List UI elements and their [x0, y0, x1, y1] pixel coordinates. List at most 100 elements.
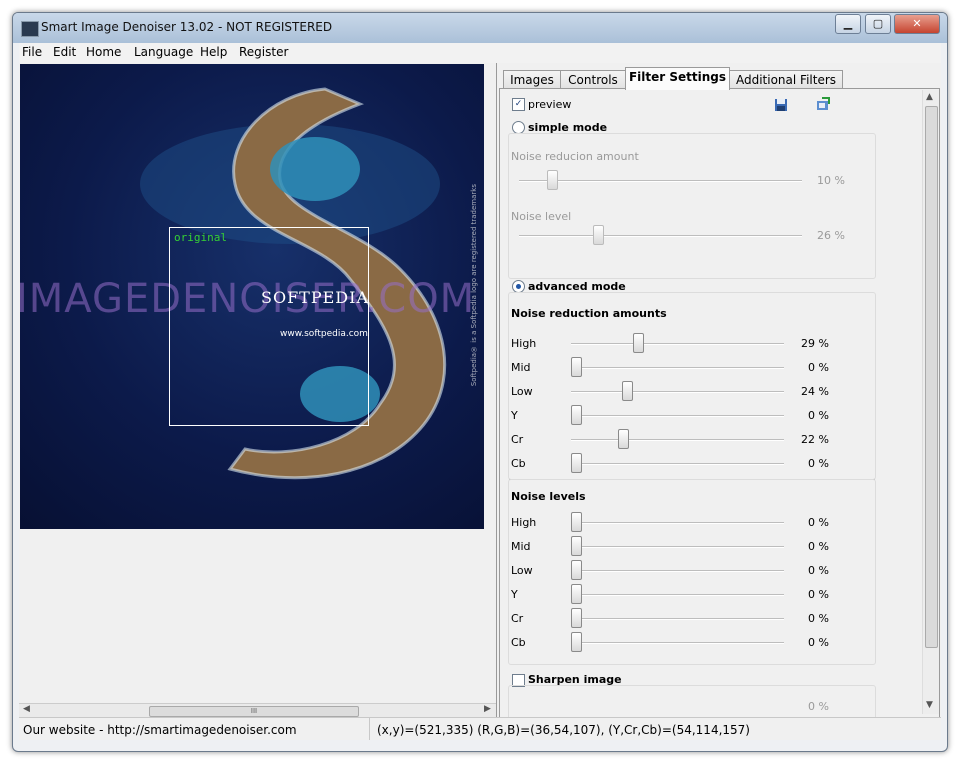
scroll-left-icon[interactable]: ◀: [23, 704, 30, 714]
website-status[interactable]: Our website - http://smartimagedenoiser.…: [23, 723, 297, 737]
scroll-down-icon[interactable]: ▼: [926, 700, 933, 710]
slider-value: 0 %: [808, 409, 829, 422]
slider-track[interactable]: [571, 546, 784, 548]
tab-filter-settings[interactable]: Filter Settings: [625, 67, 730, 90]
noise-levels-title: Noise levels: [511, 490, 586, 503]
slider-thumb[interactable]: [571, 405, 582, 425]
noise-reduction-amount-slider[interactable]: [519, 180, 802, 182]
noise-levels-group: Noise levels High 0 % Mid 0 % Low 0 % Y 0 % Cr 0 …: [508, 479, 876, 665]
tab-additional-filters[interactable]: Additional Filters: [729, 70, 843, 89]
slider-thumb[interactable]: [571, 357, 582, 377]
noise-reduction-amounts-title: Noise reduction amounts: [511, 307, 667, 320]
preview-checkbox[interactable]: ✓: [512, 98, 525, 111]
slider-thumb[interactable]: [622, 381, 633, 401]
slider-value: 0 %: [808, 457, 829, 470]
menu-help[interactable]: Help: [200, 45, 227, 59]
noise-level-thumb[interactable]: [593, 225, 604, 245]
slider-label: Low: [511, 564, 533, 577]
tab-controls[interactable]: Controls: [560, 70, 626, 89]
watermark-softpedia: SOFTPEDIA: [261, 288, 369, 307]
menu-register[interactable]: Register: [239, 45, 288, 59]
preview-image[interactable]: IMAGEDENOISER.COM Softpedia® is a Softpe…: [20, 64, 484, 529]
slider-label: High: [511, 337, 537, 350]
slider-label: Cr: [511, 612, 524, 625]
horizontal-scroll-thumb[interactable]: III: [149, 706, 359, 717]
slider-value: 0 %: [808, 588, 829, 601]
slider-value: 0 %: [808, 540, 829, 553]
vertical-scrollbar[interactable]: ▲ ▼: [922, 90, 939, 714]
slider-thumb[interactable]: [571, 632, 582, 652]
radio-selected-dot: [516, 284, 521, 289]
watermark-vertical: Softpedia® is a Softpedia logo are regis…: [470, 184, 478, 387]
minimize-button[interactable]: ▁: [835, 14, 861, 34]
menu-language[interactable]: Language: [134, 45, 193, 59]
pixel-info-status: (x,y)=(521,335) (R,G,B)=(36,54,107), (Y,…: [377, 723, 750, 737]
menu-file[interactable]: File: [22, 45, 42, 59]
simple-mode-group: Noise reducion amount 10 % Noise level 2…: [508, 133, 876, 279]
slider-label: Mid: [511, 540, 531, 553]
slider-thumb[interactable]: [571, 584, 582, 604]
title-bar[interactable]: Smart Image Denoiser 13.02 - NOT REGISTE…: [13, 13, 947, 43]
scroll-right-icon[interactable]: ▶: [484, 704, 491, 714]
slider-label: Low: [511, 385, 533, 398]
slider-thumb[interactable]: [571, 560, 582, 580]
watermark-url: www.softpedia.com: [280, 329, 368, 339]
menu-edit[interactable]: Edit: [53, 45, 76, 59]
slider-track[interactable]: [571, 367, 784, 369]
noise-level-label: Noise level: [511, 210, 572, 223]
slider-value: 22 %: [801, 433, 829, 446]
slider-value: 0 %: [808, 516, 829, 529]
load-settings-icon[interactable]: [816, 97, 830, 111]
slider-track[interactable]: [571, 642, 784, 644]
slider-label: Cb: [511, 457, 526, 470]
slider-thumb[interactable]: [571, 536, 582, 556]
slider-thumb[interactable]: [633, 333, 644, 353]
original-region-box[interactable]: [169, 227, 369, 426]
slider-track[interactable]: [571, 594, 784, 596]
app-icon: [21, 21, 39, 37]
slider-label: Mid: [511, 361, 531, 374]
noise-reduction-amount-thumb[interactable]: [547, 170, 558, 190]
app-window: Smart Image Denoiser 13.02 - NOT REGISTE…: [12, 12, 948, 752]
client-area: IMAGEDENOISER.COM Softpedia® is a Softpe…: [19, 63, 941, 727]
close-button[interactable]: ✕: [894, 14, 940, 34]
noise-reduction-amount-label: Noise reducion amount: [511, 150, 639, 163]
slider-thumb[interactable]: [571, 512, 582, 532]
status-separator: [369, 718, 370, 740]
noise-level-slider[interactable]: [519, 235, 802, 237]
save-icon[interactable]: [774, 98, 788, 112]
slider-thumb[interactable]: [571, 453, 582, 473]
slider-track[interactable]: [571, 463, 784, 465]
slider-value: 0 %: [808, 564, 829, 577]
slider-label: Cb: [511, 636, 526, 649]
window-title: Smart Image Denoiser 13.02 - NOT REGISTE…: [41, 20, 333, 34]
scroll-up-icon[interactable]: ▲: [926, 92, 933, 102]
slider-track[interactable]: [571, 570, 784, 572]
slider-track[interactable]: [571, 391, 784, 393]
settings-panel: Images Controls Filter Settings Addition…: [499, 66, 940, 727]
slider-value: 29 %: [801, 337, 829, 350]
maximize-button[interactable]: ▢: [865, 14, 891, 34]
sharpen-value: 0 %: [808, 700, 829, 713]
menu-home[interactable]: Home: [86, 45, 121, 59]
horizontal-scrollbar[interactable]: ◀ III ▶: [19, 703, 496, 718]
slider-track[interactable]: [571, 439, 784, 441]
slider-value: 0 %: [808, 612, 829, 625]
original-label: original: [174, 231, 227, 244]
slider-track[interactable]: [571, 618, 784, 620]
slider-thumb[interactable]: [571, 608, 582, 628]
slider-label: Cr: [511, 433, 524, 446]
tab-images[interactable]: Images: [503, 70, 561, 89]
slider-thumb[interactable]: [618, 429, 629, 449]
slider-label: Y: [511, 588, 518, 601]
slider-track[interactable]: [571, 415, 784, 417]
slider-value: 0 %: [808, 361, 829, 374]
slider-track[interactable]: [571, 522, 784, 524]
image-view[interactable]: IMAGEDENOISER.COM Softpedia® is a Softpe…: [19, 63, 497, 718]
slider-track[interactable]: [571, 343, 784, 345]
preview-label: preview: [528, 98, 572, 111]
noise-reduction-group: Noise reduction amounts High 29 % Mid 0 % Lo…: [508, 292, 876, 480]
noise-reduction-amount-value: 10 %: [817, 174, 845, 187]
slider-value: 0 %: [808, 636, 829, 649]
vertical-scroll-thumb[interactable]: [925, 106, 938, 648]
